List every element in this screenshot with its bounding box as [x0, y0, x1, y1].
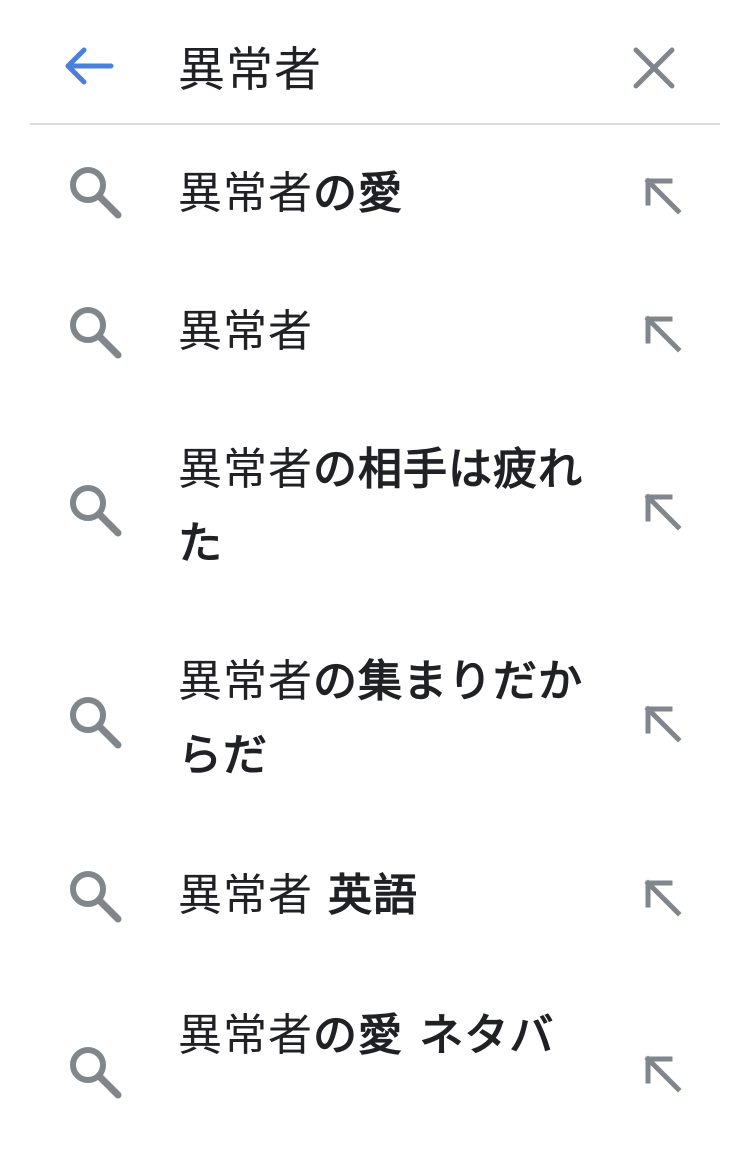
arrow-up-left-icon [644, 879, 682, 917]
arrow-left-icon [65, 47, 114, 85]
suggestion-text: 異常者の集まりだからだ [178, 645, 588, 793]
suggestion-text: 異常者 [178, 295, 588, 369]
clear-button[interactable] [626, 40, 682, 96]
arrow-up-left-icon [644, 315, 682, 353]
arrow-up-left-icon [644, 177, 682, 215]
fill-query-button[interactable] [634, 167, 690, 223]
suggestion-completion: の愛 ネタバ [313, 1010, 555, 1061]
arrow-up-left-icon [644, 1055, 682, 1093]
suggestion-text: 異常者の愛 [178, 157, 588, 231]
suggestion-match: 異常者 [178, 870, 328, 921]
suggestion-item[interactable]: 異常者の集まりだからだ [0, 613, 750, 827]
suggestion-match: 異常者 [178, 168, 313, 219]
suggestion-item[interactable]: 異常者の愛 [0, 125, 750, 263]
search-bar [0, 0, 750, 124]
suggestion-match: 異常者 [178, 444, 313, 495]
search-icon [70, 697, 122, 749]
suggestion-completion: の愛 [313, 168, 403, 219]
suggestion-item[interactable]: 異常者 英語 [0, 827, 750, 967]
search-input[interactable] [178, 30, 598, 100]
suggestion-match: 異常者 [178, 1010, 313, 1061]
suggestion-item[interactable]: 異常者の愛 ネタバ [0, 967, 750, 1167]
suggestion-text: 異常者の相手は疲れた [178, 433, 588, 581]
search-icon [70, 871, 122, 923]
fill-query-button[interactable] [634, 483, 690, 539]
fill-query-button[interactable] [634, 695, 690, 751]
close-icon [633, 47, 675, 89]
back-button[interactable] [58, 36, 118, 96]
arrow-up-left-icon [644, 493, 682, 531]
fill-query-button[interactable] [634, 869, 690, 925]
fill-query-button[interactable] [634, 305, 690, 361]
suggestion-text: 異常者の愛 ネタバ [178, 999, 588, 1073]
suggestion-match: 異常者 [178, 656, 313, 707]
search-icon [70, 1047, 122, 1099]
suggestion-completion: 英語 [328, 870, 418, 921]
search-icon [70, 167, 122, 219]
suggestion-match: 異常者 [178, 306, 313, 357]
arrow-up-left-icon [644, 705, 682, 743]
suggestion-item[interactable]: 異常者 [0, 263, 750, 401]
search-icon [70, 485, 122, 537]
search-icon [70, 307, 122, 359]
fill-query-button[interactable] [634, 1045, 690, 1101]
suggestion-text: 異常者 英語 [178, 859, 588, 933]
suggestion-item[interactable]: 異常者の相手は疲れた [0, 401, 750, 611]
